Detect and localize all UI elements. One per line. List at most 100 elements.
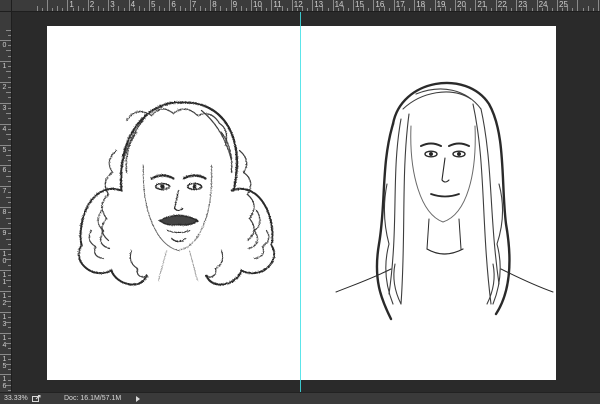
ruler-label: 0 [2, 42, 7, 49]
ruler-tick [312, 0, 314, 11]
ruler-tick [449, 8, 451, 11]
ruler-tick [0, 290, 11, 292]
ruler-label: 1 [2, 62, 7, 70]
ruler-tick [179, 6, 181, 11]
ruler-tick [0, 374, 11, 376]
ruler-tick [8, 191, 11, 193]
ruler-tick [511, 8, 513, 11]
ruler-tick [0, 186, 11, 188]
ruler-tick [271, 0, 273, 11]
ruler-tick [8, 327, 11, 329]
ruler-tick [108, 0, 110, 11]
ruler-tick [0, 81, 11, 83]
ruler-tick [8, 243, 11, 245]
ruler-tick [205, 8, 207, 11]
ruler-label: 18 [416, 0, 426, 9]
ruler-tick [429, 8, 431, 11]
ruler-label: 2 [2, 83, 7, 91]
ruler-tick [434, 0, 436, 11]
ruler-tick [0, 40, 11, 41]
ruler-tick [0, 165, 11, 167]
ruler-label: 1 4 [2, 334, 7, 349]
ruler-label: 3 [110, 0, 115, 9]
ruler-label: 15 [355, 0, 364, 9]
ruler-tick [6, 71, 11, 73]
ruler-tick [8, 275, 11, 277]
ruler-label: 7 [191, 0, 197, 9]
ruler-tick [62, 8, 64, 11]
status-menu-arrow-icon[interactable] [136, 396, 140, 402]
ruler-tick [353, 0, 354, 11]
ruler-tick [8, 76, 11, 78]
ruler-tick [8, 212, 11, 214]
ruler-tick [184, 8, 186, 11]
zoom-level[interactable]: 33.33% [4, 394, 28, 403]
ruler-tick [8, 233, 11, 235]
ruler-label: 1 6 [2, 376, 7, 391]
ruler-origin[interactable] [0, 0, 12, 12]
ruler-tick [240, 6, 242, 11]
ruler-tick [251, 0, 252, 11]
ruler-tick [0, 353, 11, 355]
ruler-tick [6, 113, 11, 115]
ruler-tick [138, 6, 140, 11]
left-portrait-drawing [77, 100, 275, 285]
ruler-tick [8, 128, 11, 130]
ruler-label: 8 [2, 209, 7, 217]
ruler-tick [327, 8, 329, 11]
right-portrait-drawing [335, 81, 554, 321]
ruler-label: 5 [2, 146, 7, 154]
ruler-tick [8, 87, 11, 89]
ruler-tick [103, 8, 105, 11]
ruler-tick [225, 8, 227, 11]
document-size-info: Doc: 16.1M/57.1M [64, 395, 122, 402]
ruler-tick [475, 0, 477, 11]
ruler-tick [47, 0, 48, 11]
ruler-label: 25 [559, 0, 568, 9]
export-icon[interactable] [32, 395, 41, 402]
vertical-ruler[interactable]: 0 1 2 3 4 5 6 7 8 9 1 0 1 1 1 2 1 3 1 4 1 5 1 6 [0, 12, 12, 392]
ruler-label: 23 [518, 0, 528, 9]
ruler-label: 11 [273, 0, 282, 9]
ruler-tick [8, 285, 11, 287]
horizontal-ruler[interactable]: 1 2 3 4 5 6 7 8 9 10 11 12 13 14 15 16 17 18 19 20 21 22 23 24 2… [12, 0, 600, 12]
ruler-tick [8, 139, 11, 141]
ruler-tick [0, 144, 11, 146]
ruler-tick [220, 6, 222, 11]
ruler-label: 1 3 [2, 313, 7, 328]
ruler-label: 8 [212, 0, 217, 9]
ruler-tick [557, 0, 558, 11]
ruler-tick [8, 254, 11, 256]
vertical-guide[interactable] [300, 12, 301, 392]
ruler-label: 4 [130, 0, 136, 9]
ruler-tick [67, 0, 69, 11]
ruler-tick [8, 264, 11, 266]
ruler-tick [6, 217, 11, 219]
ruler-tick [347, 8, 349, 11]
ruler-label: 9 [2, 230, 7, 238]
ruler-tick [169, 0, 171, 11]
ruler-tick [0, 311, 11, 313]
ruler-tick [470, 8, 472, 11]
ruler-tick [592, 8, 594, 11]
ruler-tick [8, 170, 11, 172]
ruler-label: 4 [2, 125, 7, 133]
ruler-label: 6 [2, 167, 7, 175]
ruler-tick [0, 269, 11, 271]
document-canvas[interactable] [47, 26, 556, 380]
ruler-tick [286, 8, 288, 11]
ruler-tick [0, 60, 11, 62]
ruler-tick [8, 34, 11, 36]
ruler-tick [149, 0, 150, 11]
ruler-label: 22 [497, 0, 507, 9]
ruler-tick [6, 238, 11, 240]
ruler-tick [0, 249, 11, 250]
ruler-tick [8, 337, 11, 339]
ruler-label: 6 [171, 0, 176, 9]
ruler-tick [8, 222, 11, 224]
ruler-tick [8, 107, 11, 109]
ruler-tick [8, 306, 11, 308]
ruler-label: 16 [375, 0, 385, 9]
ruler-tick [307, 8, 309, 11]
ruler-tick [0, 123, 11, 125]
